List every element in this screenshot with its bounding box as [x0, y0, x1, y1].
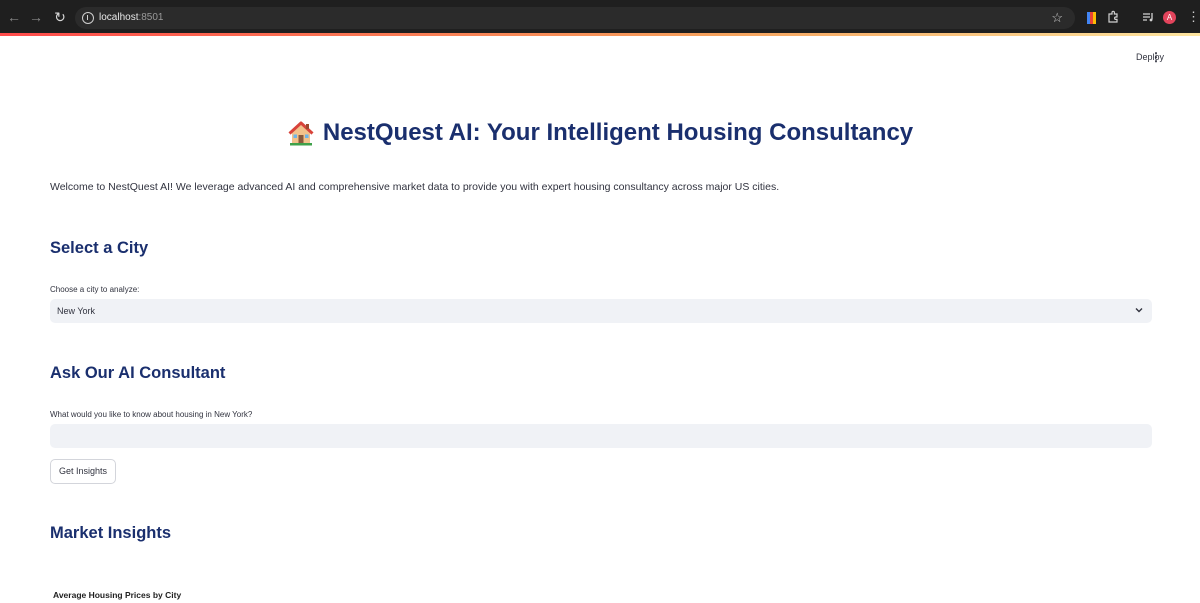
media-queue-icon[interactable] — [1141, 10, 1155, 24]
browser-toolbar: ← → ↻ localhost:8501 ☆ A ⋮ — [0, 0, 1200, 34]
forward-icon[interactable]: → — [28, 9, 44, 25]
page-title-row: NestQuest AI: Your Intelligent Housing C… — [0, 116, 1200, 151]
chart-title: Average Housing Prices by City — [53, 590, 182, 600]
main-menu-icon[interactable]: ⋮ — [1150, 49, 1162, 65]
profile-avatar[interactable]: A — [1163, 11, 1176, 24]
city-select[interactable]: New York — [50, 299, 1152, 323]
reload-icon[interactable]: ↻ — [52, 9, 68, 25]
bookmark-star-icon[interactable]: ☆ — [1051, 9, 1063, 27]
house-icon — [287, 120, 315, 146]
site-info-icon[interactable] — [82, 12, 94, 24]
page-title: NestQuest AI: Your Intelligent Housing C… — [287, 116, 913, 150]
page-title-text: NestQuest AI: Your Intelligent Housing C… — [322, 119, 914, 146]
puzzle-icon[interactable] — [1106, 10, 1120, 24]
select-city-heading: Select a City — [50, 239, 149, 257]
extension-icon[interactable] — [1087, 11, 1097, 24]
get-insights-button[interactable]: Get Insights — [50, 459, 116, 484]
market-insights-heading: Market Insights — [50, 524, 172, 542]
chrome-menu-icon[interactable]: ⋮ — [1187, 9, 1200, 25]
question-input[interactable] — [50, 424, 1152, 448]
consultant-heading: Ask Our AI Consultant — [50, 364, 226, 382]
question-label: What would you like to know about housin… — [50, 410, 253, 419]
welcome-text: Welcome to NestQuest AI! We leverage adv… — [50, 181, 780, 193]
url-text: localhost:8501 — [99, 12, 164, 23]
address-bar[interactable]: localhost:8501 ☆ — [75, 7, 1075, 29]
city-select-value: New York — [57, 306, 96, 316]
city-select-label: Choose a city to analyze: — [50, 285, 140, 294]
back-icon[interactable]: ← — [6, 9, 22, 25]
app-top-decoration — [0, 33, 1200, 36]
chevron-down-icon — [1135, 308, 1143, 313]
